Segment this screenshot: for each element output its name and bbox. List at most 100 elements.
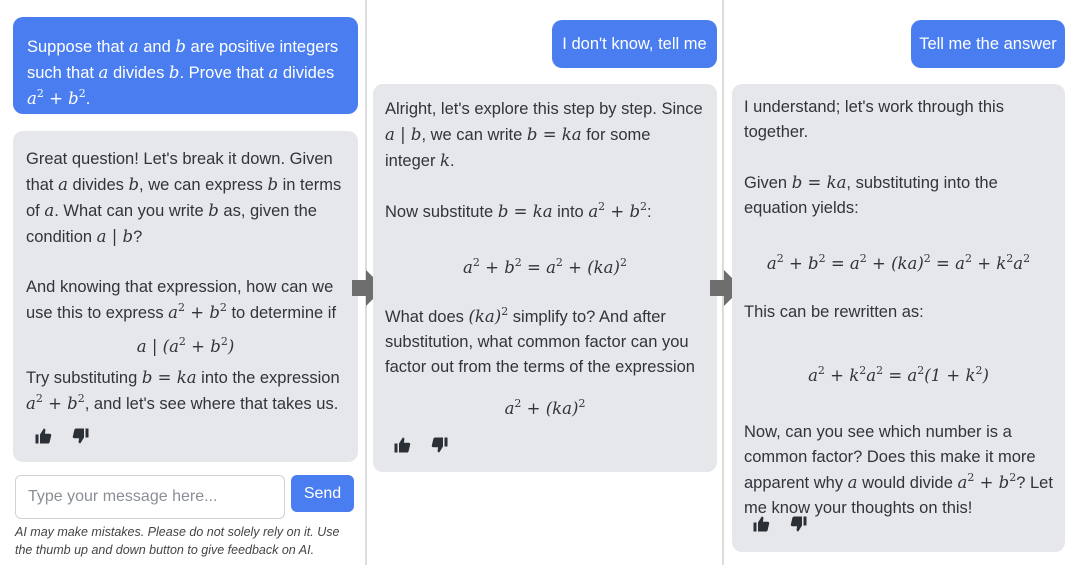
superscript: 2 [917, 363, 925, 377]
msg-text: . [85, 90, 91, 108]
msg-text: , and let's see where that takes us. [84, 395, 339, 413]
math: + b [974, 473, 1010, 492]
math: = a [521, 258, 556, 277]
math: a [26, 394, 36, 413]
math: a [957, 473, 968, 492]
superscript: 2 [817, 363, 825, 377]
math: a [588, 202, 599, 221]
superscript: 2 [967, 470, 975, 484]
math: + b [783, 254, 819, 273]
ai-paragraph: Great question! Let's break it down. Giv… [26, 147, 345, 250]
math: ) [227, 337, 235, 356]
superscript: 2 [1006, 251, 1014, 265]
math: b = ka [526, 125, 582, 144]
thumbs-up-icon[interactable] [393, 436, 411, 454]
math: + b [42, 394, 78, 413]
ai-paragraph: Given b = ka, substituting into the equa… [744, 170, 1053, 221]
thumbs-up-icon[interactable] [752, 515, 770, 533]
superscript: 2 [472, 255, 480, 269]
ai-paragraph: Now substitute b = ka into a2 + b2: [385, 199, 705, 225]
math: a [504, 399, 515, 418]
equation: a2 + k2a2 = a2(1 + k2) [744, 363, 1053, 388]
math: a [168, 303, 178, 322]
math: (ka) [468, 307, 502, 326]
math: a [866, 366, 877, 385]
msg-text: would divide [857, 474, 958, 492]
feedback-buttons [393, 436, 449, 454]
superscript: 2 [77, 391, 85, 405]
superscript: 2 [178, 300, 185, 314]
math: b [128, 175, 140, 194]
msg-text: . [450, 152, 455, 170]
math: (1 + k [924, 366, 976, 385]
math: a [268, 63, 279, 82]
msg-text: and [138, 38, 176, 56]
math: + k [971, 254, 1007, 273]
math: a | b [96, 227, 134, 246]
math: a [808, 366, 818, 385]
msg-text: divides [108, 64, 169, 82]
ai-paragraph: And knowing that expression, how can we … [26, 275, 345, 326]
superscript: 2 [501, 304, 509, 318]
message-input[interactable] [16, 476, 284, 518]
superscript: 2 [776, 251, 784, 265]
math: a [27, 89, 37, 108]
superscript: 2 [35, 391, 43, 405]
send-button[interactable]: Send [291, 475, 354, 512]
math: = a [825, 254, 860, 273]
superscript: 2 [514, 396, 522, 410]
superscript: 2 [78, 86, 86, 100]
superscript: 2 [578, 396, 586, 410]
math: + (ka) [521, 399, 579, 418]
superscript: 2 [640, 199, 648, 213]
math: b [267, 175, 278, 194]
thumbs-down-icon[interactable] [790, 515, 808, 533]
math: + b [605, 202, 641, 221]
superscript: 2 [975, 363, 983, 377]
math: b = ka [141, 368, 197, 387]
math: + (ka) [562, 258, 620, 277]
math: a [847, 473, 858, 492]
math: a | (a [136, 337, 179, 356]
equation: a2 + b2 = a2 + (ka)2 = a2 + k2a2 [744, 251, 1053, 276]
equation: a2 + b2 = a2 + (ka)2 [385, 255, 705, 280]
msg-text: Try substituting [26, 369, 142, 387]
msg-text: divides [278, 64, 335, 82]
equation: a2 + (ka)2 [385, 396, 705, 421]
math: b [175, 37, 186, 56]
superscript: 2 [555, 255, 563, 269]
msg-text: Given [744, 174, 792, 192]
superscript: 2 [859, 251, 867, 265]
ai-message: Alright, let's explore this step by step… [373, 84, 717, 472]
math: + k [824, 366, 860, 385]
math: k [440, 151, 451, 170]
msg-text: Alright, let's explore this step by step… [385, 100, 703, 118]
msg-text: What does [385, 308, 469, 326]
msg-text: Tell me the answer [919, 34, 1057, 53]
math: + b [185, 337, 221, 356]
thumbs-up-icon[interactable] [34, 427, 52, 445]
thumbs-down-icon[interactable] [72, 427, 90, 445]
math: a [766, 254, 777, 273]
math: b = ka [791, 173, 847, 192]
msg-text: I don't know, tell me [562, 34, 707, 53]
superscript: 2 [876, 363, 884, 377]
superscript: 2 [859, 363, 867, 377]
ai-message: I understand; let's work through this to… [732, 84, 1065, 552]
thumbs-down-icon[interactable] [431, 436, 449, 454]
math: a [128, 37, 139, 56]
math: ) [982, 366, 989, 385]
message-input-wrapper [15, 475, 285, 519]
superscript: 2 [220, 334, 228, 348]
superscript: 2 [178, 334, 186, 348]
feedback-buttons [752, 515, 808, 533]
msg-text: into the expression [196, 369, 340, 387]
msg-text: . Prove that [179, 64, 269, 82]
msg-text: into [552, 203, 589, 221]
math: = a [930, 254, 965, 273]
msg-text: Now substitute [385, 203, 498, 221]
superscript: 2 [36, 86, 44, 100]
ai-paragraph: What does (ka)2 simplify to? And after s… [385, 304, 705, 380]
superscript: 2 [1023, 251, 1031, 265]
math: a [58, 175, 68, 194]
